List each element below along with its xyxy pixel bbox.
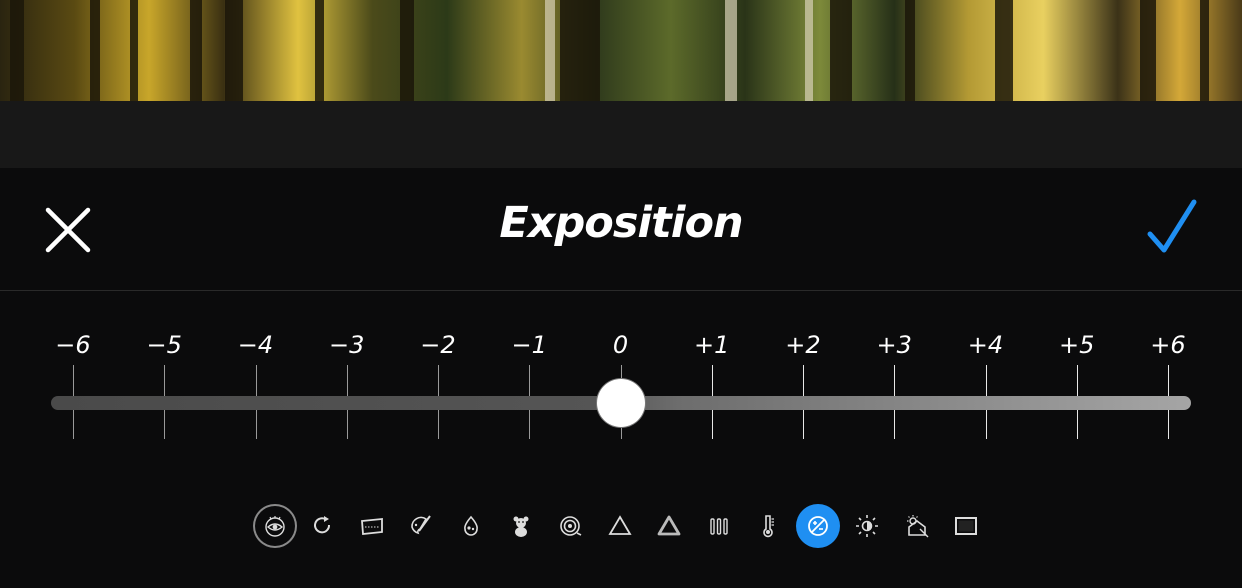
eye-preview-icon [265, 516, 285, 537]
tool-rotate-button[interactable] [301, 504, 345, 548]
slider-label: −4 [237, 331, 274, 359]
droplets-icon [464, 515, 478, 536]
image-bottom-band [0, 101, 1242, 168]
checkmark-icon [1147, 199, 1197, 253]
exposure-icon [808, 516, 828, 536]
tool-shadows-highlights-button[interactable] [895, 504, 939, 548]
slider-label: +3 [876, 331, 912, 359]
teddy-bear-icon [513, 516, 529, 537]
slider-label: −1 [511, 331, 547, 359]
tool-hsl-bars-button[interactable] [697, 504, 741, 548]
crop-perspective-icon [361, 518, 383, 535]
triangle-bold-icon [657, 515, 681, 536]
slider-label: −5 [146, 331, 182, 359]
tool-spiral-button[interactable] [548, 504, 592, 548]
rotate-icon [314, 516, 331, 534]
tool-triangle-button[interactable] [598, 504, 642, 548]
tool-exposure-button[interactable] [796, 504, 840, 548]
triangle-icon [608, 515, 632, 535]
slider-label: −6 [55, 331, 91, 359]
thermometer-icon [763, 515, 774, 538]
slider-label: −2 [420, 331, 456, 359]
slider-label: +4 [967, 331, 1004, 359]
tool-crop-perspective-button[interactable] [350, 504, 394, 548]
shadows-highlights-icon [907, 515, 929, 538]
page-title: Exposition [499, 198, 743, 248]
slider-label: 0 [612, 331, 629, 359]
adjustment-header: Exposition [0, 168, 1242, 291]
slider-label: +6 [1150, 331, 1186, 359]
tool-brightness-button[interactable] [845, 504, 889, 548]
slider-thumb[interactable] [596, 379, 645, 427]
tool-palette-brush-button[interactable] [399, 504, 443, 548]
tool-triangle-bold-button[interactable] [647, 504, 691, 548]
brightness-icon [856, 515, 878, 537]
tool-vignette-button[interactable] [944, 504, 988, 548]
slider-label: +1 [694, 331, 730, 359]
hsl-bars-icon [710, 518, 728, 535]
slider-label: +5 [1059, 331, 1095, 359]
photo-preview [0, 0, 1242, 101]
tool-teddy-bear-button[interactable] [499, 504, 543, 548]
vignette-icon [955, 517, 977, 535]
tool-droplets-button[interactable] [449, 504, 493, 548]
tool-thermometer-button[interactable] [746, 504, 790, 548]
slider-label: −3 [329, 331, 365, 359]
palette-brush-icon [411, 515, 431, 535]
spiral-icon [560, 516, 582, 536]
slider-label: +2 [785, 331, 821, 359]
tool-eye-preview-button[interactable] [253, 504, 297, 548]
exposure-slider: −6 −5 −4 −3 −2 −1 0 +1 +2 +3 +4 +5 +6 [0, 291, 1242, 461]
confirm-button[interactable] [1140, 198, 1202, 258]
tool-bar [0, 504, 1242, 552]
